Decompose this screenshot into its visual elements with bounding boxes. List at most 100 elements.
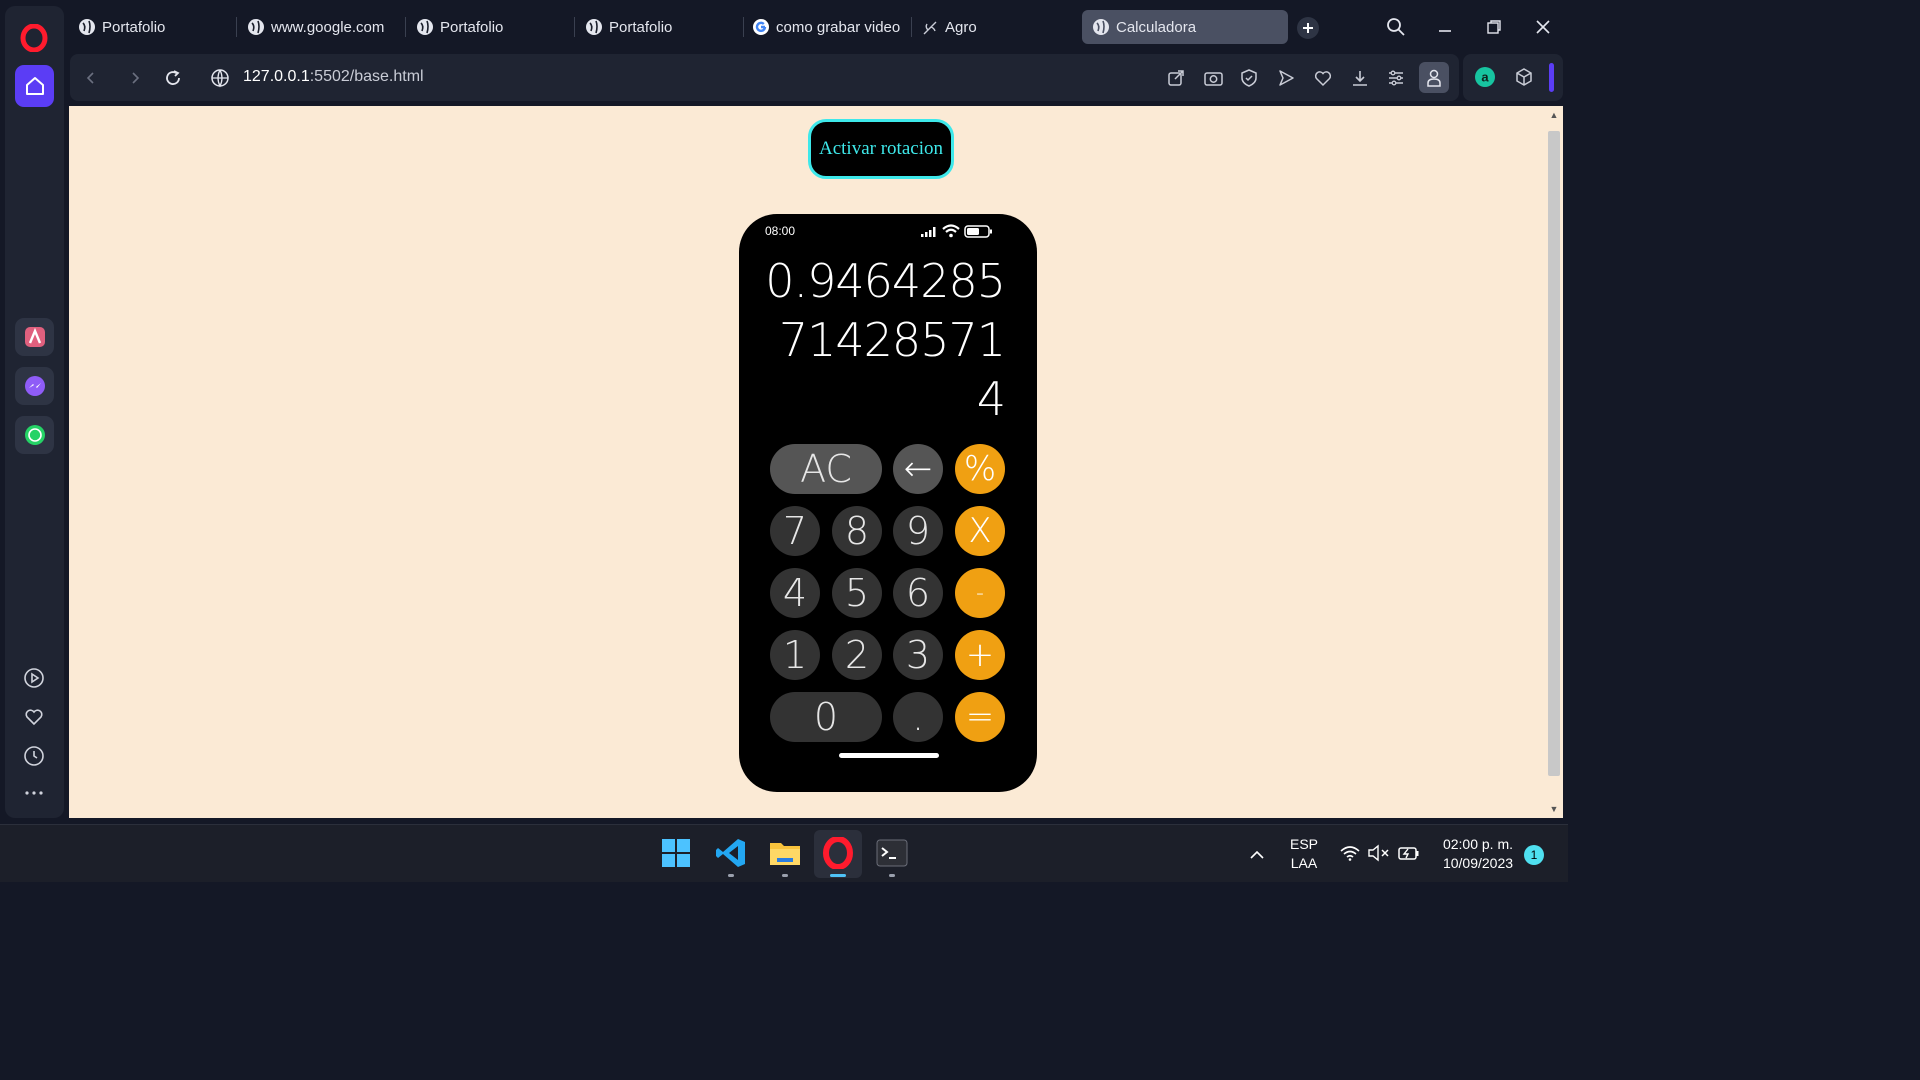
opera-logo-icon[interactable]	[20, 24, 48, 52]
url-host: 127.0.0.1	[243, 68, 310, 85]
plus-icon	[1303, 23, 1313, 33]
messenger-icon	[24, 376, 45, 396]
vscode-taskbar-button[interactable]	[713, 835, 749, 877]
volume-muted-icon[interactable]	[1368, 844, 1390, 862]
cube-extension-icon[interactable]	[1514, 67, 1534, 87]
globe-icon	[248, 19, 264, 35]
terminal-icon	[876, 839, 908, 867]
search-tabs-button[interactable]	[1381, 14, 1411, 40]
digit-6-button[interactable]: 6	[893, 568, 943, 618]
wifi-icon[interactable]	[1340, 845, 1360, 861]
subtract-button[interactable]: -	[955, 568, 1005, 618]
play-circle-icon	[24, 668, 44, 688]
multiply-button[interactable]: X	[955, 506, 1005, 556]
backspace-button[interactable]: ←	[893, 444, 943, 494]
add-button[interactable]: +	[955, 630, 1005, 680]
downloads-button[interactable]	[1348, 66, 1372, 90]
tab-label: Portafolio	[440, 18, 504, 36]
digit-1-button[interactable]: 1	[770, 630, 820, 680]
activate-rotation-button[interactable]: Activar rotacion	[808, 119, 954, 179]
easy-setup-button[interactable]	[1384, 66, 1408, 90]
digit-9-button[interactable]: 9	[893, 506, 943, 556]
close-window-button[interactable]	[1528, 14, 1558, 40]
tab[interactable]: www.google.com	[237, 10, 399, 44]
aria-app-button[interactable]	[15, 318, 54, 356]
send-icon	[1279, 70, 1294, 86]
equals-button[interactable]: =	[955, 692, 1005, 742]
more-dots-icon	[25, 791, 43, 795]
share-button[interactable]	[1164, 66, 1188, 90]
battery-charging-icon[interactable]	[1398, 843, 1420, 863]
digit-0-button[interactable]: 0	[770, 692, 882, 742]
home-button[interactable]	[15, 65, 54, 107]
more-button[interactable]	[22, 781, 46, 805]
scroll-thumb[interactable]	[1548, 131, 1560, 776]
tab[interactable]: como grabar video c	[742, 10, 904, 44]
digit-4-button[interactable]: 4	[770, 568, 820, 618]
forward-button[interactable]	[122, 65, 148, 91]
url-path: :5502/base.html	[309, 68, 424, 85]
input-language[interactable]: ESP LAA	[1284, 835, 1324, 873]
messenger-app-button[interactable]	[15, 367, 54, 405]
file-explorer-taskbar-button[interactable]	[767, 835, 803, 877]
digit-2-button[interactable]: 2	[832, 630, 882, 680]
aria-icon	[24, 327, 45, 347]
digit-7-button[interactable]: 7	[770, 506, 820, 556]
whatsapp-app-button[interactable]	[15, 416, 54, 454]
digit-8-button[interactable]: 8	[832, 506, 882, 556]
tab-label: www.google.com	[271, 18, 385, 36]
start-button[interactable]	[658, 835, 694, 871]
tab-active[interactable]: Calculadora	[1082, 10, 1288, 44]
wifi-icon	[942, 224, 960, 238]
page-scrollbar[interactable]: ▲ ▼	[1545, 106, 1563, 818]
profile-button[interactable]	[1419, 62, 1449, 93]
clock-time: 02:00 p. m.	[1442, 836, 1514, 852]
aria-extension-icon[interactable]: a	[1474, 66, 1496, 88]
tab[interactable]: Portafolio	[575, 10, 737, 44]
clock[interactable]: 02:00 p. m. 10/09/2023	[1430, 835, 1526, 873]
minimize-button[interactable]	[1430, 14, 1460, 40]
flow-button[interactable]	[1274, 66, 1298, 90]
reload-button[interactable]	[160, 65, 186, 91]
history-button[interactable]	[22, 744, 46, 768]
notification-badge[interactable]: 1	[1524, 845, 1544, 865]
vpn-shield-button[interactable]	[1237, 66, 1261, 90]
opera-taskbar-button[interactable]	[820, 835, 856, 877]
svg-text:a: a	[1481, 70, 1489, 85]
heart-icon	[25, 709, 43, 726]
new-tab-button[interactable]	[1297, 17, 1319, 39]
windows-icon	[662, 839, 690, 867]
globe-icon	[417, 19, 433, 35]
snapshot-button[interactable]	[1201, 66, 1225, 90]
digit-3-button[interactable]: 3	[893, 630, 943, 680]
scroll-up-arrow-icon[interactable]: ▲	[1549, 110, 1559, 120]
tab[interactable]: Agro	[911, 10, 1073, 44]
player-button[interactable]	[22, 666, 46, 690]
bookmark-heart-button[interactable]	[1311, 66, 1335, 90]
terminal-taskbar-button[interactable]	[874, 835, 910, 877]
display-line: 71428571	[778, 313, 1006, 367]
percent-button[interactable]: %	[955, 444, 1005, 494]
tab-bar: Portafolio www.google.com Portafolio Por…	[68, 8, 1568, 46]
scroll-down-arrow-icon[interactable]: ▼	[1549, 804, 1559, 814]
tab-label: Agro	[945, 18, 977, 36]
restore-button[interactable]	[1479, 14, 1509, 40]
sidebar-toggle-indicator[interactable]	[1549, 63, 1554, 92]
digit-5-button[interactable]: 5	[832, 568, 882, 618]
tab[interactable]: Portafolio	[68, 10, 230, 44]
sliders-icon	[1389, 70, 1403, 86]
reload-icon	[166, 70, 180, 85]
opera-icon	[823, 837, 853, 869]
url-field[interactable]: 127.0.0.1:5502/base.html	[243, 68, 424, 86]
back-button[interactable]	[78, 65, 104, 91]
chevron-up-icon[interactable]	[1249, 847, 1265, 861]
tab[interactable]: Portafolio	[406, 10, 568, 44]
site-info-globe-icon[interactable]	[210, 68, 230, 88]
clear-button[interactable]: AC	[770, 444, 882, 494]
whatsapp-icon	[24, 425, 45, 445]
google-icon	[753, 19, 769, 35]
decimal-button[interactable]: .	[893, 692, 943, 742]
share-icon	[1168, 70, 1184, 86]
favorites-button[interactable]	[22, 705, 46, 729]
chevron-left-icon	[86, 72, 94, 84]
